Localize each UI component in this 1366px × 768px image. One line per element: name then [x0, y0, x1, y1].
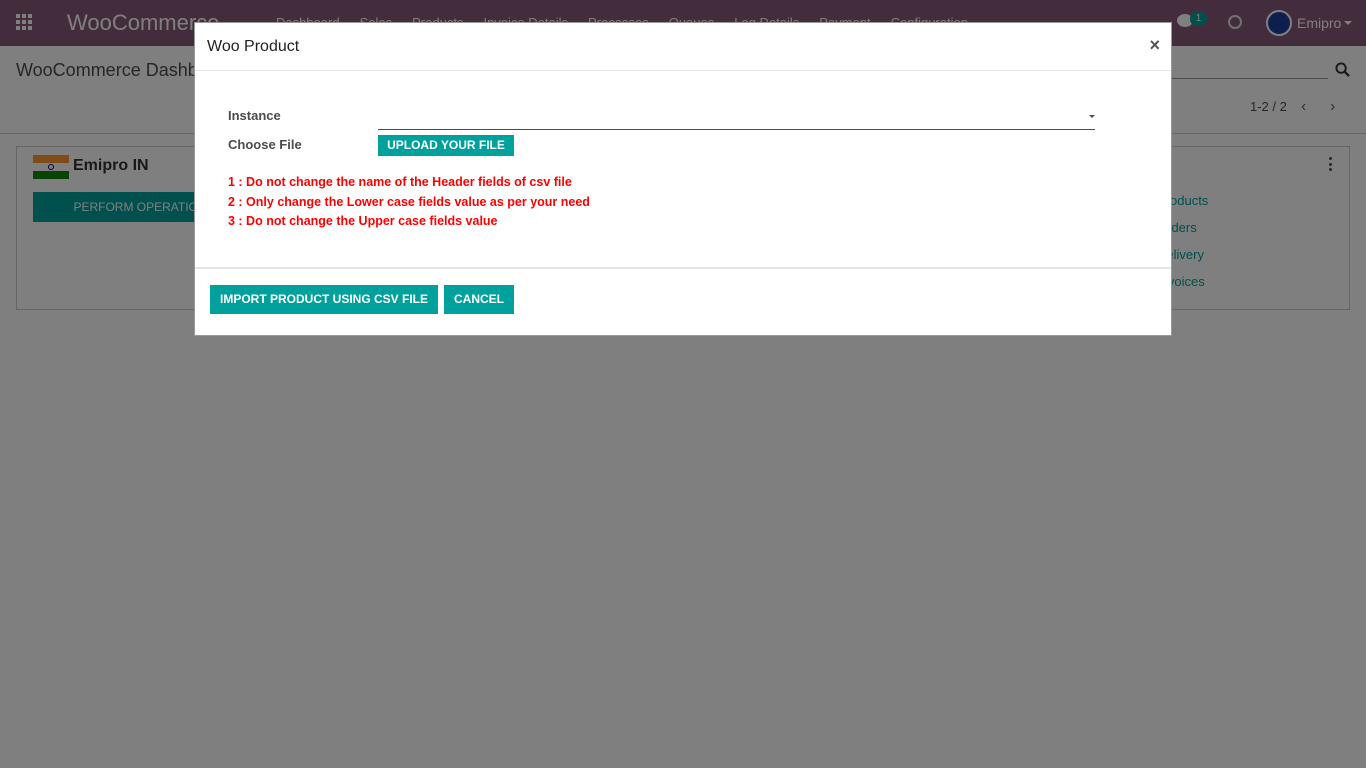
instance-select[interactable]	[378, 104, 1095, 130]
woo-product-dialog: Woo Product × Instance Choose File UPLOA…	[194, 22, 1172, 336]
dialog-body: Instance Choose File UPLOAD YOUR FILE 1 …	[195, 71, 1171, 267]
import-product-button[interactable]: IMPORT PRODUCT USING CSV FILE	[210, 285, 439, 314]
instance-label: Instance	[228, 108, 281, 123]
dialog-footer: IMPORT PRODUCT USING CSV FILE CANCEL	[195, 267, 1171, 335]
dialog-title: Woo Product	[207, 38, 300, 55]
chevron-down-icon[interactable]	[1089, 115, 1095, 118]
close-icon[interactable]: ×	[1149, 35, 1160, 56]
instruction-line: 3 : Do not change the Upper case fields …	[228, 214, 498, 228]
cancel-button[interactable]: CANCEL	[444, 285, 514, 314]
upload-file-button[interactable]: UPLOAD YOUR FILE	[378, 135, 514, 156]
instruction-line: 1 : Do not change the name of the Header…	[228, 175, 572, 189]
csv-instructions: 1 : Do not change the name of the Header…	[228, 173, 590, 232]
choose-file-label: Choose File	[228, 137, 302, 152]
dialog-header: Woo Product ×	[195, 23, 1171, 71]
instruction-line: 2 : Only change the Lower case fields va…	[228, 194, 590, 209]
